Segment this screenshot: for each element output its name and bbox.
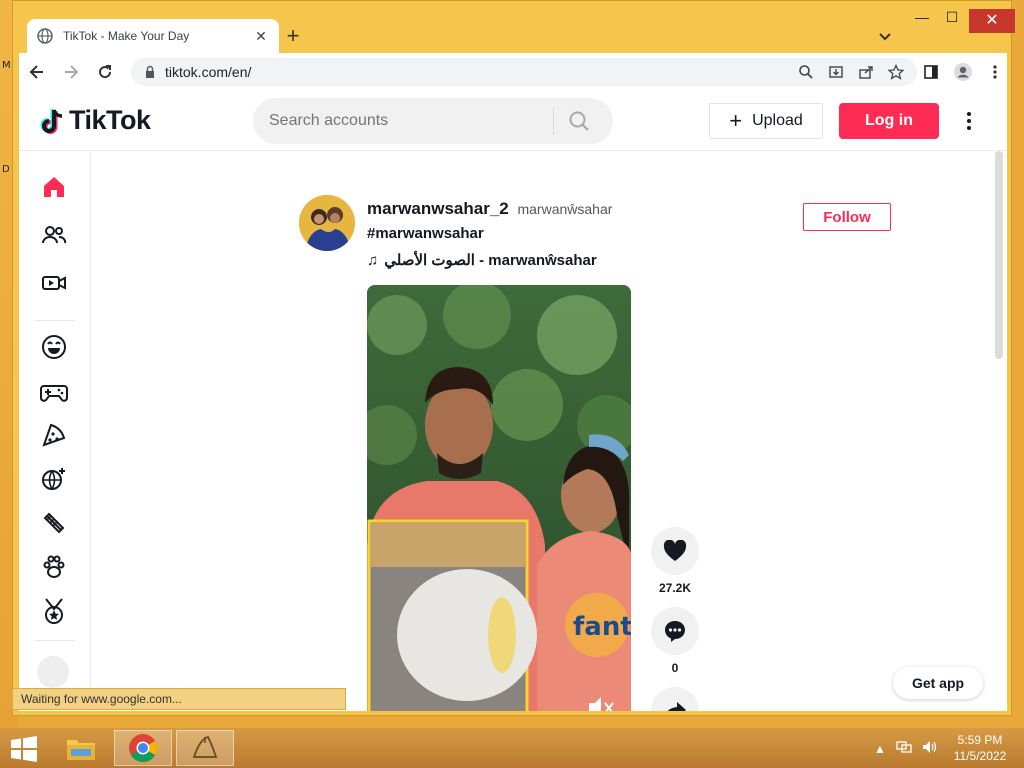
- volume-icon[interactable]: [922, 740, 938, 757]
- tiktok-header: TikTok + Upload Log in: [19, 91, 1007, 151]
- clock-time: 5:59 PM: [957, 733, 1003, 747]
- share-icon[interactable]: [855, 61, 877, 83]
- desktop-icon-label: M: [2, 60, 11, 71]
- browser-menu-icon[interactable]: [981, 57, 1009, 87]
- food-icon[interactable]: [39, 420, 69, 450]
- tab-title: TikTok - Make Your Day: [63, 29, 190, 43]
- heart-icon: [663, 540, 687, 561]
- music-title: الصوت الأصلي - marwanŵsahar: [384, 252, 597, 269]
- tiktok-page: TikTok + Upload Log in: [19, 91, 1007, 711]
- taskbar: ▲ 5:59 PM 11/5/2022: [0, 728, 1024, 768]
- comment-button[interactable]: [651, 607, 699, 655]
- get-app-button[interactable]: Get app: [893, 667, 983, 699]
- chrome-taskbar-icon[interactable]: [114, 730, 172, 766]
- following-icon[interactable]: [39, 220, 69, 250]
- browser-window: TikTok - Make Your Day ✕ + — ☐ ✕ tiktok.…: [12, 0, 1015, 716]
- desktop-icon-label: D: [2, 164, 10, 175]
- tray-chevron-icon[interactable]: ▲: [874, 742, 886, 756]
- search-icon[interactable]: [554, 110, 604, 132]
- sports-icon[interactable]: [39, 596, 69, 626]
- share-button[interactable]: [651, 687, 699, 711]
- window-close-button[interactable]: ✕: [969, 9, 1015, 33]
- taskbar-clock[interactable]: 5:59 PM 11/5/2022: [948, 732, 1012, 764]
- profile-icon[interactable]: [949, 57, 977, 87]
- forward-arrow-icon[interactable]: [55, 56, 87, 88]
- browser-toolbar: tiktok.com/en/: [19, 53, 1007, 91]
- comedy-icon[interactable]: [39, 332, 69, 362]
- search-bar: [253, 98, 613, 144]
- upload-button[interactable]: + Upload: [709, 103, 823, 139]
- tiktok-logo-text: TikTok: [69, 105, 151, 135]
- more-options-icon[interactable]: [959, 107, 979, 135]
- minimize-button[interactable]: —: [907, 9, 937, 33]
- browser-status-bar: Waiting for www.google.com...: [12, 688, 346, 710]
- lock-icon: [143, 65, 157, 79]
- follow-button[interactable]: Follow: [803, 203, 891, 231]
- beauty-icon[interactable]: [39, 508, 69, 538]
- page-scrollbar[interactable]: [995, 151, 1003, 359]
- gaming-icon[interactable]: [39, 376, 69, 406]
- sidebar-avatar-placeholder: [37, 656, 69, 688]
- maximize-button[interactable]: ☐: [937, 9, 967, 33]
- file-explorer-icon[interactable]: [52, 730, 110, 766]
- login-button[interactable]: Log in: [839, 103, 939, 139]
- clock-date: 11/5/2022: [953, 749, 1007, 763]
- url-text: tiktok.com/en/: [165, 64, 252, 80]
- system-tray: ▲: [874, 740, 938, 757]
- address-bar[interactable]: tiktok.com/en/: [131, 58, 917, 86]
- tiktok-note-icon: [40, 108, 63, 134]
- zoom-icon[interactable]: [795, 61, 817, 83]
- animals-icon[interactable]: [39, 552, 69, 582]
- tab-search-chevron-icon[interactable]: [875, 27, 895, 47]
- share-arrow-icon: [667, 702, 686, 711]
- install-app-icon[interactable]: [825, 61, 847, 83]
- sidebar-divider: [35, 640, 75, 641]
- post-caption[interactable]: #marwanwsahar: [367, 225, 484, 242]
- svg-text:fanta: fanta: [573, 612, 631, 642]
- network-icon[interactable]: [896, 740, 912, 757]
- nickname-text: marwanŵsahar: [517, 201, 613, 217]
- plus-icon: +: [729, 108, 743, 133]
- tab-close-icon[interactable]: ✕: [253, 28, 269, 45]
- back-arrow-icon[interactable]: [21, 56, 53, 88]
- bookmark-star-icon[interactable]: [885, 61, 907, 83]
- upload-label: Upload: [752, 112, 803, 129]
- tiktok-logo[interactable]: TikTok: [39, 105, 151, 136]
- windows-start-icon[interactable]: [10, 736, 38, 762]
- video-player[interactable]: fanta: [367, 285, 631, 711]
- globe-icon: [37, 28, 53, 44]
- live-icon[interactable]: [39, 268, 69, 298]
- dance-icon[interactable]: [39, 464, 69, 494]
- tiktok-sidebar: [19, 152, 91, 711]
- new-tab-button[interactable]: +: [281, 25, 305, 49]
- post-music[interactable]: ♫ الصوت الأصلي - marwanŵsahar: [367, 251, 597, 270]
- home-icon[interactable]: [39, 172, 69, 202]
- side-panel-icon[interactable]: [917, 57, 945, 87]
- comment-count: 0: [671, 661, 679, 675]
- sidebar-divider: [35, 320, 75, 321]
- video-actions: 27.2K 0: [651, 527, 699, 711]
- comment-icon: [665, 621, 685, 642]
- title-bar: TikTok - Make Your Day ✕ + — ☐ ✕: [13, 1, 1015, 53]
- post-username[interactable]: marwanwsahar_2 marwanŵsahar: [367, 199, 612, 219]
- music-note-icon: ♫: [367, 251, 379, 269]
- reload-icon[interactable]: [89, 56, 121, 88]
- user-avatar[interactable]: [299, 195, 355, 251]
- like-count: 27.2K: [658, 581, 692, 595]
- search-input[interactable]: [253, 112, 553, 130]
- browser-tab[interactable]: TikTok - Make Your Day ✕: [27, 19, 279, 53]
- username-text: marwanwsahar_2: [367, 199, 509, 218]
- app-taskbar-icon[interactable]: [176, 730, 234, 766]
- like-button[interactable]: [651, 527, 699, 575]
